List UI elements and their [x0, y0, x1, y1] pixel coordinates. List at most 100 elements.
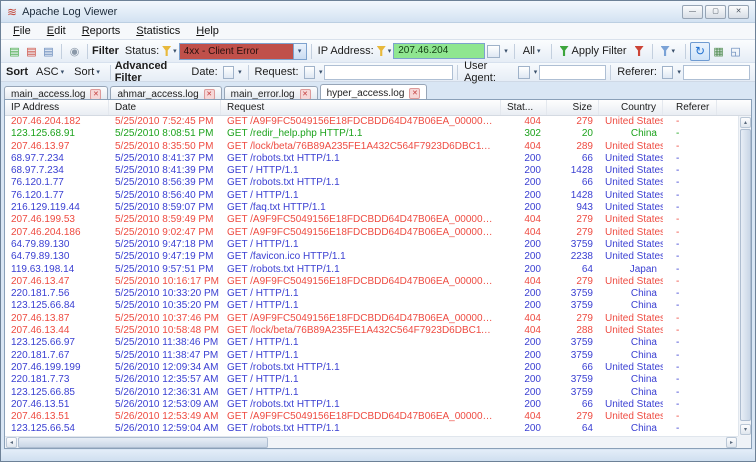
log-row[interactable]: 207.46.13.87 5/25/2010 10:37:46 PM GET /A9… [5, 313, 738, 325]
minimize-button[interactable]: — [682, 4, 703, 19]
log-row[interactable]: 216.129.119.44 5/25/2010 8:59:07 PM GET /f… [5, 202, 738, 214]
referer-filter-icon[interactable] [661, 65, 674, 79]
status-filter-combo[interactable]: 4xx - Client Error ▾ [178, 42, 307, 60]
ip-funnel-icon[interactable] [376, 46, 386, 56]
ip-funnel-dropdown-icon[interactable]: ▾ [388, 47, 392, 55]
referer-filter-input[interactable] [682, 64, 750, 80]
export-icon[interactable]: ▦ [711, 44, 726, 59]
menu-item-statistics[interactable]: Statistics [128, 24, 188, 38]
menu-item-reports[interactable]: Reports [74, 24, 129, 38]
open-in-browser-icon[interactable]: ◱ [728, 44, 743, 59]
horizontal-scrollbar[interactable]: ◂ ▸ [5, 436, 738, 448]
column-header-size[interactable]: Size [547, 100, 599, 115]
request-dropdown-icon[interactable]: ▾ [319, 68, 323, 76]
cell-referer: - [676, 275, 680, 287]
horizontal-scroll-thumb[interactable] [18, 437, 268, 448]
column-header-country[interactable]: Country [599, 100, 663, 115]
tab-close-icon[interactable]: ✕ [203, 88, 215, 100]
status-funnel-icon[interactable] [162, 46, 172, 56]
cell-date: 5/25/2010 8:35:50 PM [115, 140, 214, 152]
user-agent-filter-icon[interactable] [518, 65, 530, 79]
vertical-scroll-thumb[interactable] [740, 129, 751, 421]
cell-date: 5/26/2010 12:35:57 AM [115, 374, 219, 386]
column-header-ip-address[interactable]: IP Address [5, 100, 109, 115]
log-row[interactable]: 123.125.66.97 5/25/2010 11:38:46 PM GET / … [5, 337, 738, 349]
reload-log-icon[interactable]: ▤ [41, 44, 56, 59]
clear-filter-icon[interactable] [632, 44, 647, 59]
log-row[interactable]: 76.120.1.77 5/25/2010 8:56:39 PM GET /robo… [5, 177, 738, 189]
log-row[interactable]: 119.63.198.14 5/25/2010 9:57:51 PM GET /ro… [5, 264, 738, 276]
cell-request: GET / HTTP/1.1 [227, 300, 299, 312]
cell-size: 3759 [570, 238, 593, 250]
request-filter-icon[interactable] [303, 65, 315, 79]
menu-item-file[interactable]: File [5, 24, 39, 38]
log-row[interactable]: 220.181.7.67 5/25/2010 11:38:47 PM GET / H… [5, 350, 738, 362]
ip-list-dropdown-icon[interactable]: ▾ [504, 47, 508, 55]
request-filter-input[interactable] [324, 64, 454, 80]
open-log-icon[interactable]: ▤ [7, 44, 22, 59]
log-row[interactable]: 207.46.13.51 5/26/2010 12:53:49 AM GET /A9… [5, 411, 738, 423]
refresh-button[interactable]: ↻ [690, 41, 711, 61]
log-row[interactable]: 68.97.7.234 5/25/2010 8:41:39 PM GET / HTT… [5, 165, 738, 177]
all-filter-button[interactable]: All ▾ [519, 43, 547, 59]
log-row[interactable]: 123.125.66.84 5/25/2010 10:35:20 PM GET / … [5, 300, 738, 312]
log-row[interactable]: 76.120.1.77 5/25/2010 8:56:40 PM GET / HTT… [5, 190, 738, 202]
referer-dropdown-icon[interactable]: ▾ [677, 68, 681, 76]
column-header-request[interactable]: Request [221, 100, 501, 115]
log-row[interactable]: 207.46.204.182 5/25/2010 7:52:45 PM GET /A… [5, 116, 738, 128]
date-dropdown-icon[interactable]: ▾ [238, 68, 242, 76]
close-log-icon[interactable]: ▤ [24, 44, 39, 59]
filter-options-button[interactable]: ▾ [657, 44, 682, 58]
scroll-left-icon[interactable]: ◂ [6, 437, 17, 448]
ip-list-icon[interactable] [487, 44, 501, 58]
date-picker-icon[interactable] [222, 65, 235, 79]
date-label: Date: [191, 66, 218, 78]
log-row[interactable]: 68.97.7.234 5/25/2010 8:41:37 PM GET /robo… [5, 153, 738, 165]
log-row[interactable]: 64.79.89.130 5/25/2010 9:47:19 PM GET /fav… [5, 251, 738, 263]
sort-by-button[interactable]: Sort ▾ [70, 64, 106, 80]
column-header-referer[interactable]: Referer [663, 100, 717, 115]
tab-close-icon[interactable]: ✕ [90, 88, 102, 100]
column-header-status[interactable]: Stat... [501, 100, 547, 115]
log-row[interactable]: 123.125.66.85 5/26/2010 12:36:31 AM GET / … [5, 387, 738, 399]
cell-request: GET / HTTP/1.1 [227, 374, 299, 386]
cell-date: 5/25/2010 11:38:47 PM [115, 349, 219, 361]
log-row[interactable]: 207.46.13.44 5/25/2010 10:58:48 PM GET /lo… [5, 325, 738, 337]
log-row[interactable]: 64.79.89.130 5/25/2010 9:47:18 PM GET / HT… [5, 239, 738, 251]
menu-item-edit[interactable]: Edit [39, 24, 74, 38]
status-funnel-dropdown-icon[interactable]: ▾ [173, 47, 177, 55]
scroll-right-icon[interactable]: ▸ [726, 437, 737, 448]
user-agent-filter-input[interactable] [539, 64, 607, 80]
log-row[interactable]: 123.125.66.54 5/26/2010 12:59:04 AM GET /r… [5, 423, 738, 435]
maximize-button[interactable]: ▢ [705, 4, 726, 19]
log-row[interactable]: 220.181.7.73 5/26/2010 12:35:57 AM GET / H… [5, 374, 738, 386]
cell-date: 5/25/2010 8:41:37 PM [115, 152, 214, 164]
menu-item-help[interactable]: Help [188, 24, 227, 38]
scroll-up-icon[interactable]: ▴ [740, 117, 751, 128]
apply-filter-button[interactable]: Apply Filter [556, 43, 631, 59]
log-row[interactable]: 220.181.7.56 5/25/2010 10:33:20 PM GET / H… [5, 288, 738, 300]
highlight-toggle-icon[interactable]: ◉ [67, 44, 82, 59]
scroll-down-icon[interactable]: ▾ [740, 424, 751, 435]
log-row[interactable]: 207.46.13.97 5/25/2010 8:35:50 PM GET /loc… [5, 141, 738, 153]
tab-close-icon[interactable]: ✕ [409, 87, 421, 99]
cell-request: GET / HTTP/1.1 [227, 288, 299, 300]
cell-size: 279 [576, 411, 593, 423]
vertical-scrollbar[interactable]: ▴ ▾ [738, 116, 751, 436]
log-row[interactable]: 207.46.199.199 5/26/2010 12:09:34 AM GET /… [5, 362, 738, 374]
cell-country: United States [605, 214, 663, 226]
user-agent-dropdown-icon[interactable]: ▾ [534, 68, 538, 76]
log-row[interactable]: 207.46.13.51 5/26/2010 12:53:09 AM GET /ro… [5, 399, 738, 411]
status-combo-arrow-icon[interactable]: ▾ [292, 43, 306, 59]
log-row[interactable]: 207.46.204.186 5/25/2010 9:02:47 PM GET /A… [5, 227, 738, 239]
close-button[interactable]: ✕ [728, 4, 749, 19]
cell-date: 5/25/2010 9:57:51 PM [115, 263, 214, 275]
log-row[interactable]: 207.46.13.47 5/25/2010 10:16:17 PM GET /A9… [5, 276, 738, 288]
log-row[interactable]: 123.125.68.91 5/25/2010 8:08:51 PM GET /re… [5, 128, 738, 140]
sort-order-button[interactable]: ASC ▾ [32, 64, 70, 80]
ip-filter-input[interactable]: 207.46.204 [393, 43, 486, 59]
tab-label: ahmar_access.log [117, 88, 199, 100]
column-header-date[interactable]: Date [109, 100, 221, 115]
tab-close-icon[interactable]: ✕ [299, 88, 311, 100]
log-row[interactable]: 207.46.199.53 5/25/2010 8:59:49 PM GET /A9… [5, 214, 738, 226]
